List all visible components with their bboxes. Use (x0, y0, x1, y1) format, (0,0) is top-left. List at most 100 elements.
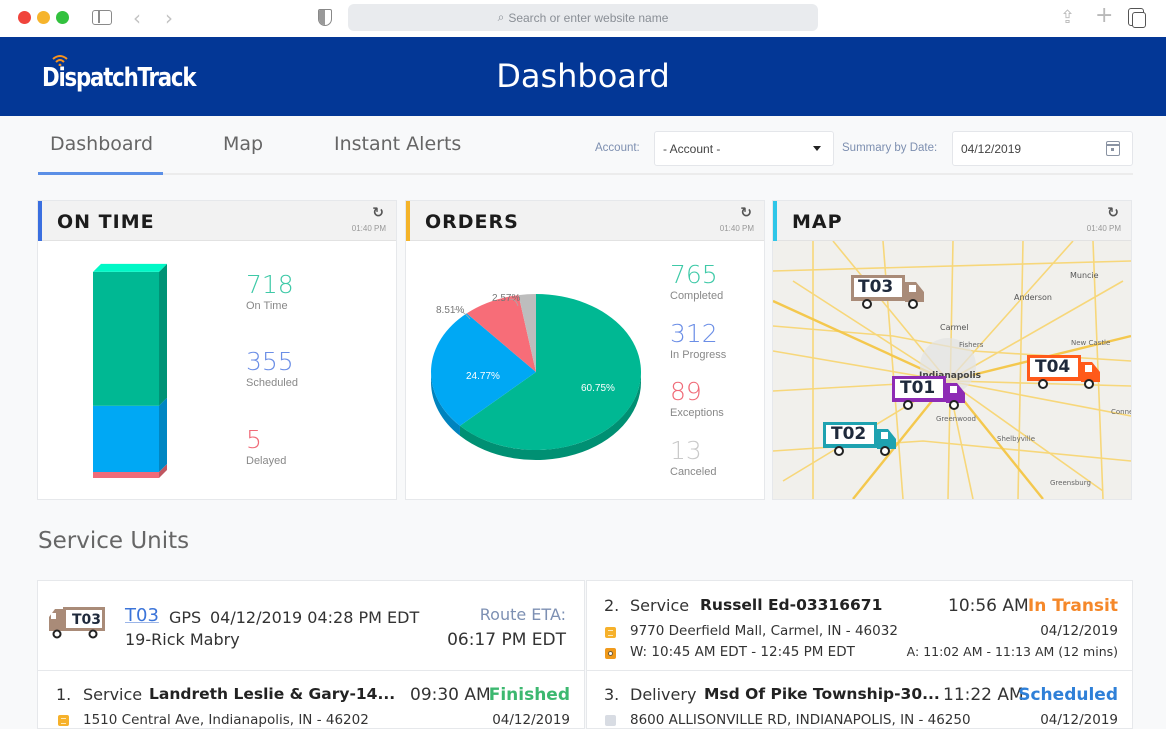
note-icon (605, 715, 616, 726)
tab-divider (38, 173, 1133, 175)
account-select[interactable]: - Account - (654, 131, 834, 166)
share-icon[interactable]: ⇪ (1060, 7, 1075, 28)
forward-icon[interactable]: › (165, 6, 173, 30)
stop-status: In Transit (1027, 596, 1118, 616)
truck-marker-t02[interactable]: T02 (822, 421, 900, 462)
card-title: ON TIME (57, 211, 155, 233)
stop-customer: Msd Of Pike Township-30... (704, 685, 940, 703)
stop-customer: Russell Ed-03316671 (700, 596, 883, 614)
map-place-label: Fishers (959, 341, 984, 349)
stat-value: 355 (246, 347, 294, 376)
stat-on-time: 718 On Time (246, 270, 294, 312)
stat-value: 765 (670, 260, 718, 289)
stop-address: 9770 Deerfield Mall, Carmel, IN - 46032 (630, 623, 898, 639)
stop-type: Delivery (630, 685, 697, 704)
card-accent (773, 201, 777, 241)
refresh-icon[interactable]: ↻ (372, 205, 384, 221)
stat-in-progress: 312 In Progress (670, 319, 726, 361)
bar-side-on-time (159, 263, 167, 406)
stop-address: 8600 ALLISONVILLE RD, INDIANAPOLIS, IN -… (630, 712, 971, 728)
refresh-icon[interactable]: ↻ (1107, 205, 1119, 221)
truck-label: T03 (72, 612, 102, 628)
map-place-label: Anderson (1014, 293, 1052, 302)
tab-map[interactable]: Map (223, 133, 263, 155)
pie-value-label: 60.75% (581, 383, 615, 394)
service-unit-stops-panel: 2. Service Russell Ed-03316671 10:56 AM … (586, 580, 1133, 729)
service-unit-panel: T03 T03 GPS 04/12/2019 04:28 PM EDT 19-R… (37, 580, 585, 729)
stat-label: Canceled (670, 466, 717, 478)
stop-date: 04/12/2019 (492, 712, 570, 728)
shield-icon[interactable] (318, 9, 332, 26)
browser-toolbar: ‹ › ⌕ Search or enter website name ⇪ + (0, 0, 1166, 37)
stat-value: 13 (670, 436, 702, 465)
stat-label: In Progress (670, 349, 727, 361)
stop-address: 1510 Central Ave, Indianapolis, IN - 462… (83, 712, 369, 728)
close-window-button[interactable] (18, 11, 31, 24)
card-accent (406, 201, 410, 241)
section-title: Service Units (38, 528, 190, 554)
route-eta-label: Route ETA: (479, 605, 566, 624)
map-place-label: Greensburg (1050, 479, 1091, 487)
refresh-icon[interactable]: ↻ (740, 205, 752, 221)
stop-number: 2. (604, 596, 620, 615)
sidebar-icon[interactable] (92, 10, 112, 25)
card-accent (38, 201, 42, 241)
stop-date: 04/12/2019 (1040, 623, 1118, 639)
map-view[interactable]: Muncie Anderson Carmel Fishers New Castl… (773, 241, 1131, 499)
route-eta-value: 06:17 PM EDT (447, 630, 566, 650)
bar-top (93, 263, 167, 272)
stat-value: 312 (670, 319, 718, 348)
maximize-window-button[interactable] (56, 11, 69, 24)
card-title: MAP (792, 211, 843, 233)
bar-side-scheduled (159, 397, 167, 472)
back-icon[interactable]: ‹ (133, 6, 141, 30)
stat-value: 718 (246, 270, 294, 299)
stop-customer: Landreth Leslie & Gary-14... (149, 685, 396, 703)
tab-dashboard[interactable]: Dashboard (50, 133, 153, 155)
stop-time: 09:30 AM (410, 685, 491, 705)
card-header: ORDERS ↻ 01:40 PM (406, 201, 764, 241)
stop-number: 3. (604, 685, 620, 704)
truck-marker-t04[interactable]: T04 (1026, 354, 1104, 395)
card-header: MAP ↻ 01:40 PM (773, 201, 1131, 241)
stat-scheduled: 355 Scheduled (246, 347, 298, 389)
active-tab-indicator (38, 172, 163, 175)
new-tab-icon[interactable]: + (1095, 3, 1113, 28)
stat-value: 89 (670, 377, 702, 406)
calendar-icon[interactable] (1106, 141, 1120, 156)
summary-date-label: Summary by Date: (842, 142, 938, 154)
bar-segment-delayed (93, 472, 159, 478)
truck-label: T04 (1035, 357, 1071, 377)
stop-type: Service (83, 685, 143, 704)
stat-value: 5 (246, 425, 262, 454)
truck-marker-t01[interactable]: T01 (891, 375, 969, 416)
card-updated-time: 01:40 PM (719, 224, 754, 233)
map-place-label: Conne (1111, 408, 1131, 416)
bar-segment-scheduled (93, 405, 159, 472)
address-placeholder: Search or enter website name (508, 10, 669, 25)
stop-number: 1. (56, 685, 72, 704)
map-card: MAP ↻ 01:40 PM Muncie Anderson Carmel Fi… (772, 200, 1132, 500)
note-icon (58, 715, 69, 726)
minimize-window-button[interactable] (37, 11, 50, 24)
summary-date-input[interactable]: 04/12/2019 (952, 131, 1133, 166)
tab-instant-alerts[interactable]: Instant Alerts (334, 133, 461, 155)
summary-date-value: 04/12/2019 (961, 142, 1022, 156)
stat-label: Delayed (246, 455, 287, 467)
app-header: DispatchTrack Dashboard (0, 37, 1166, 116)
stop-time: 10:56 AM (948, 596, 1029, 616)
row-divider (38, 670, 584, 671)
stat-label: Exceptions (670, 407, 724, 419)
tabs-icon[interactable] (1128, 8, 1146, 28)
search-icon: ⌕ (497, 10, 505, 24)
address-bar[interactable]: ⌕ Search or enter website name (348, 4, 818, 31)
stop-time: 11:22 AM (943, 685, 1024, 705)
stop-status: Scheduled (1018, 685, 1118, 705)
row-divider (587, 670, 1132, 671)
map-place-label: New Castle (1071, 339, 1111, 347)
stat-delayed: 5 Delayed (246, 425, 286, 467)
card-updated-time: 01:40 PM (351, 224, 386, 233)
stop-date: 04/12/2019 (1040, 712, 1118, 728)
truck-marker-t03[interactable]: T03 (850, 274, 928, 315)
unit-link[interactable]: T03 (125, 605, 159, 626)
